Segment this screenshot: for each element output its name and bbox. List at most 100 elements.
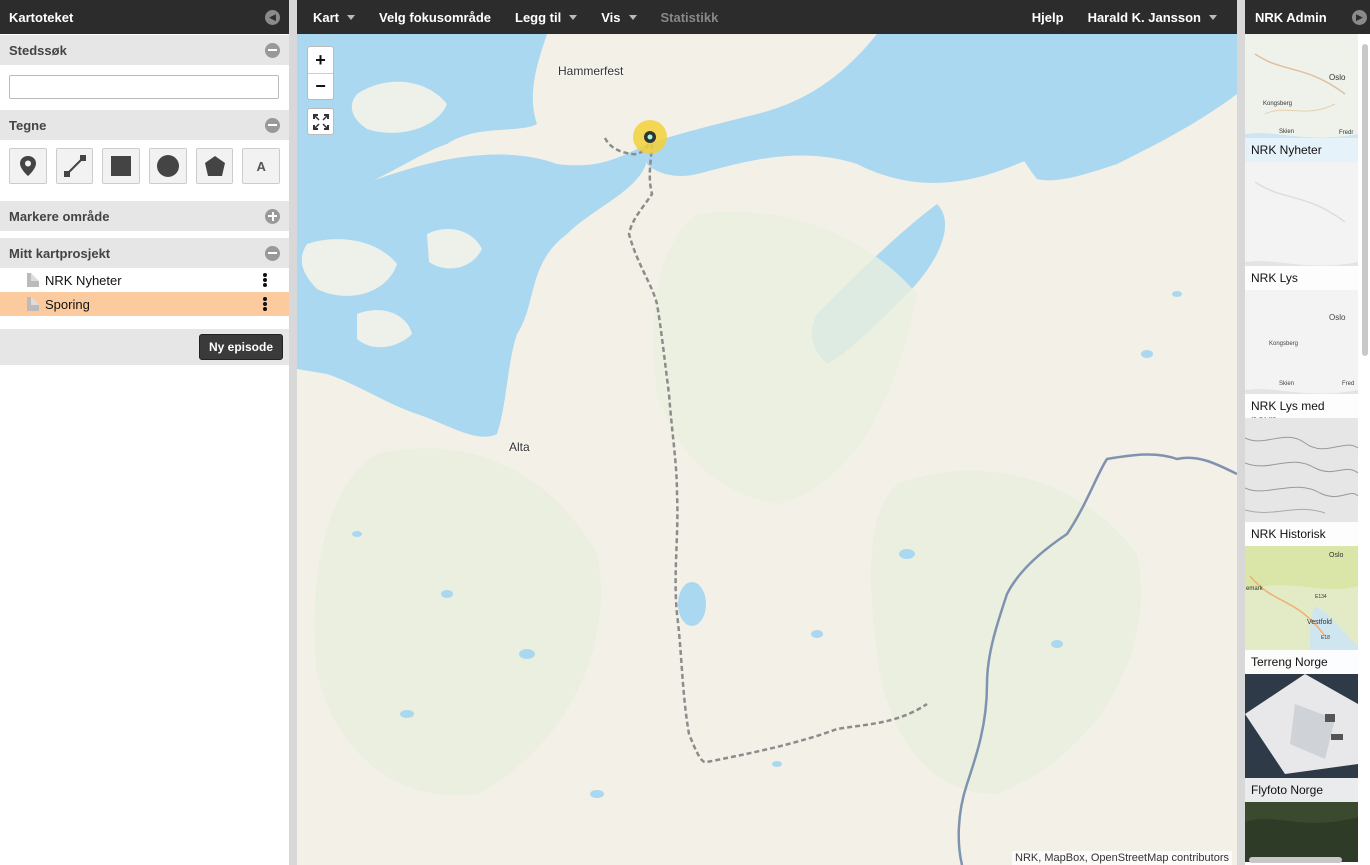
menu-hjelp[interactable]: Hjelp [1020, 0, 1076, 34]
left-panel: Kartoteket ◀ Stedssøk Tegne A Markere om… [0, 0, 289, 865]
section-draw[interactable]: Tegne [0, 109, 289, 140]
basemap-label: NRK Historisk [1245, 522, 1358, 546]
right-panel-header: NRK Admin ▶ [1245, 0, 1370, 34]
project-item-label: NRK Nyheter [45, 272, 122, 288]
minus-circle-icon[interactable] [265, 117, 280, 133]
menu-statistikk: Statistikk [649, 0, 731, 34]
thumb-label-oslo: Oslo [1329, 552, 1344, 559]
thumb-label-fredrikstad: Fred [1342, 381, 1354, 387]
place-label-alta: Alta [509, 440, 530, 454]
basemap-label: NRK Lys med navn [1245, 394, 1358, 418]
thumb-label-vestfold: Vestfold [1307, 619, 1332, 626]
more-options-icon[interactable] [263, 273, 267, 287]
right-panel: NRK Admin ▶ Oslo Kongsberg Skien Fredr N… [1245, 0, 1370, 865]
square-icon [111, 156, 132, 176]
document-icon [27, 297, 39, 311]
left-splitter[interactable] [289, 0, 297, 865]
section-mark-area-label: Markere område [9, 208, 110, 224]
basemap-thumbnail [1245, 802, 1358, 862]
draw-text-button[interactable]: A [242, 148, 281, 184]
menu-hjelp-label: Hjelp [1031, 9, 1064, 25]
basemap-nrk-lys[interactable]: NRK Lys [1245, 162, 1358, 290]
menu-kart-label: Kart [313, 9, 340, 25]
menu-kart[interactable]: Kart [297, 0, 367, 34]
thumb-label-kongsberg: Kongsberg [1263, 101, 1292, 107]
user-name: Harald K. Jansson [1087, 9, 1201, 25]
circle-icon [156, 155, 179, 177]
thumb-label-oslo: Oslo [1329, 313, 1346, 322]
draw-polygon-button[interactable] [195, 148, 234, 184]
section-mark-area[interactable]: Markere område [0, 200, 289, 231]
map-pin-icon [19, 156, 36, 176]
place-search-input[interactable] [9, 75, 279, 99]
caret-down-icon [628, 14, 637, 20]
right-panel-title: NRK Admin [1255, 9, 1327, 25]
collapse-left-icon[interactable]: ◀ [265, 9, 280, 25]
basemap-nrk-historisk[interactable]: NRK Historisk [1245, 418, 1358, 546]
right-splitter[interactable] [1237, 0, 1245, 865]
right-panel-vertical-scrollbar[interactable] [1362, 44, 1368, 356]
menu-statistikk-label: Statistikk [660, 9, 719, 25]
document-icon [27, 273, 39, 287]
section-draw-label: Tegne [9, 117, 47, 133]
project-item-nrk-nyheter[interactable]: NRK Nyheter [0, 268, 289, 292]
draw-circle-button[interactable] [149, 148, 187, 184]
zoom-out-button[interactable]: − [308, 73, 333, 99]
draw-rectangle-button[interactable] [102, 148, 141, 184]
left-panel-header: Kartoteket ◀ [0, 0, 289, 34]
menu-velg-fokusomrade-label: Velg fokusområde [379, 9, 491, 25]
minus-circle-icon[interactable] [265, 245, 280, 261]
basemap-label: Flyfoto Norge [1245, 778, 1358, 802]
left-panel-title: Kartoteket [9, 9, 74, 25]
basemap-nrk-nyheter[interactable]: Oslo Kongsberg Skien Fredr NRK Nyheter [1245, 34, 1358, 162]
line-icon [63, 155, 86, 177]
basemap-flyfoto-norge[interactable]: Flyfoto Norge [1245, 674, 1358, 802]
right-panel-horizontal-scrollbar[interactable] [1249, 857, 1342, 863]
user-menu[interactable]: Harald K. Jansson [1076, 0, 1237, 34]
section-my-project-label: Mitt kartprosjekt [9, 245, 111, 261]
thumb-label-skien: Skien [1279, 129, 1294, 135]
minus-circle-icon[interactable] [265, 42, 280, 58]
thumb-label-telemark: emark [1246, 586, 1264, 592]
menu-velg-fokusomrade[interactable]: Velg fokusområde [367, 0, 503, 34]
thumb-label-kongsberg: Kongsberg [1269, 341, 1298, 347]
expand-icon [312, 113, 329, 130]
basemap-satellite[interactable] [1245, 802, 1358, 862]
map-attribution: NRK, MapBox, OpenStreetMap contributors [1012, 851, 1232, 865]
basemap-terreng-norge[interactable]: emark Oslo Vestfold E134 E18 Terreng Nor… [1245, 546, 1358, 674]
caret-down-icon [1209, 14, 1217, 20]
new-episode-bar: Ny episode [0, 329, 289, 365]
zoom-in-button[interactable]: + [308, 47, 333, 73]
thumb-label-oslo: Oslo [1329, 73, 1346, 82]
map-canvas[interactable]: Hammerfest Alta + − NRK, MapBox, OpenStr… [297, 34, 1237, 865]
new-episode-button[interactable]: Ny episode [198, 334, 283, 360]
thumb-label-road-e18: E18 [1321, 635, 1330, 641]
project-item-sporing[interactable]: Sporing [0, 292, 289, 316]
more-options-icon[interactable] [263, 297, 267, 311]
collapse-right-icon[interactable]: ▶ [1352, 9, 1367, 25]
caret-down-icon [569, 14, 578, 20]
basemap-label: Terreng Norge [1245, 650, 1358, 674]
draw-toolbar: A [0, 140, 289, 194]
place-label-hammerfest: Hammerfest [558, 64, 624, 78]
zoom-control: + − [307, 46, 334, 100]
basemap-nrk-lys-med-navn[interactable]: Oslo Kongsberg Skien Fred NRK Lys med na… [1245, 290, 1358, 418]
draw-line-button[interactable] [55, 148, 94, 184]
basemap-label: NRK Nyheter [1245, 138, 1358, 162]
menu-legg-til[interactable]: Legg til [503, 0, 589, 34]
section-my-project[interactable]: Mitt kartprosjekt [0, 237, 289, 268]
caret-down-icon [347, 14, 356, 20]
thumb-label-skien: Skien [1279, 381, 1294, 387]
map-base-layer [297, 34, 1237, 865]
fullscreen-button[interactable] [307, 108, 334, 135]
section-place-search-label: Stedssøk [9, 42, 67, 58]
plus-circle-icon[interactable] [265, 208, 280, 224]
draw-marker-button[interactable] [9, 148, 47, 184]
menu-vis[interactable]: Vis [589, 0, 648, 34]
thumb-label-fredrikstad: Fredr [1339, 130, 1353, 136]
menu-legg-til-label: Legg til [515, 9, 562, 25]
pentagon-icon [204, 156, 225, 176]
section-place-search[interactable]: Stedssøk [0, 34, 289, 65]
menu-vis-label: Vis [601, 9, 621, 25]
basemap-label: NRK Lys [1245, 266, 1358, 290]
